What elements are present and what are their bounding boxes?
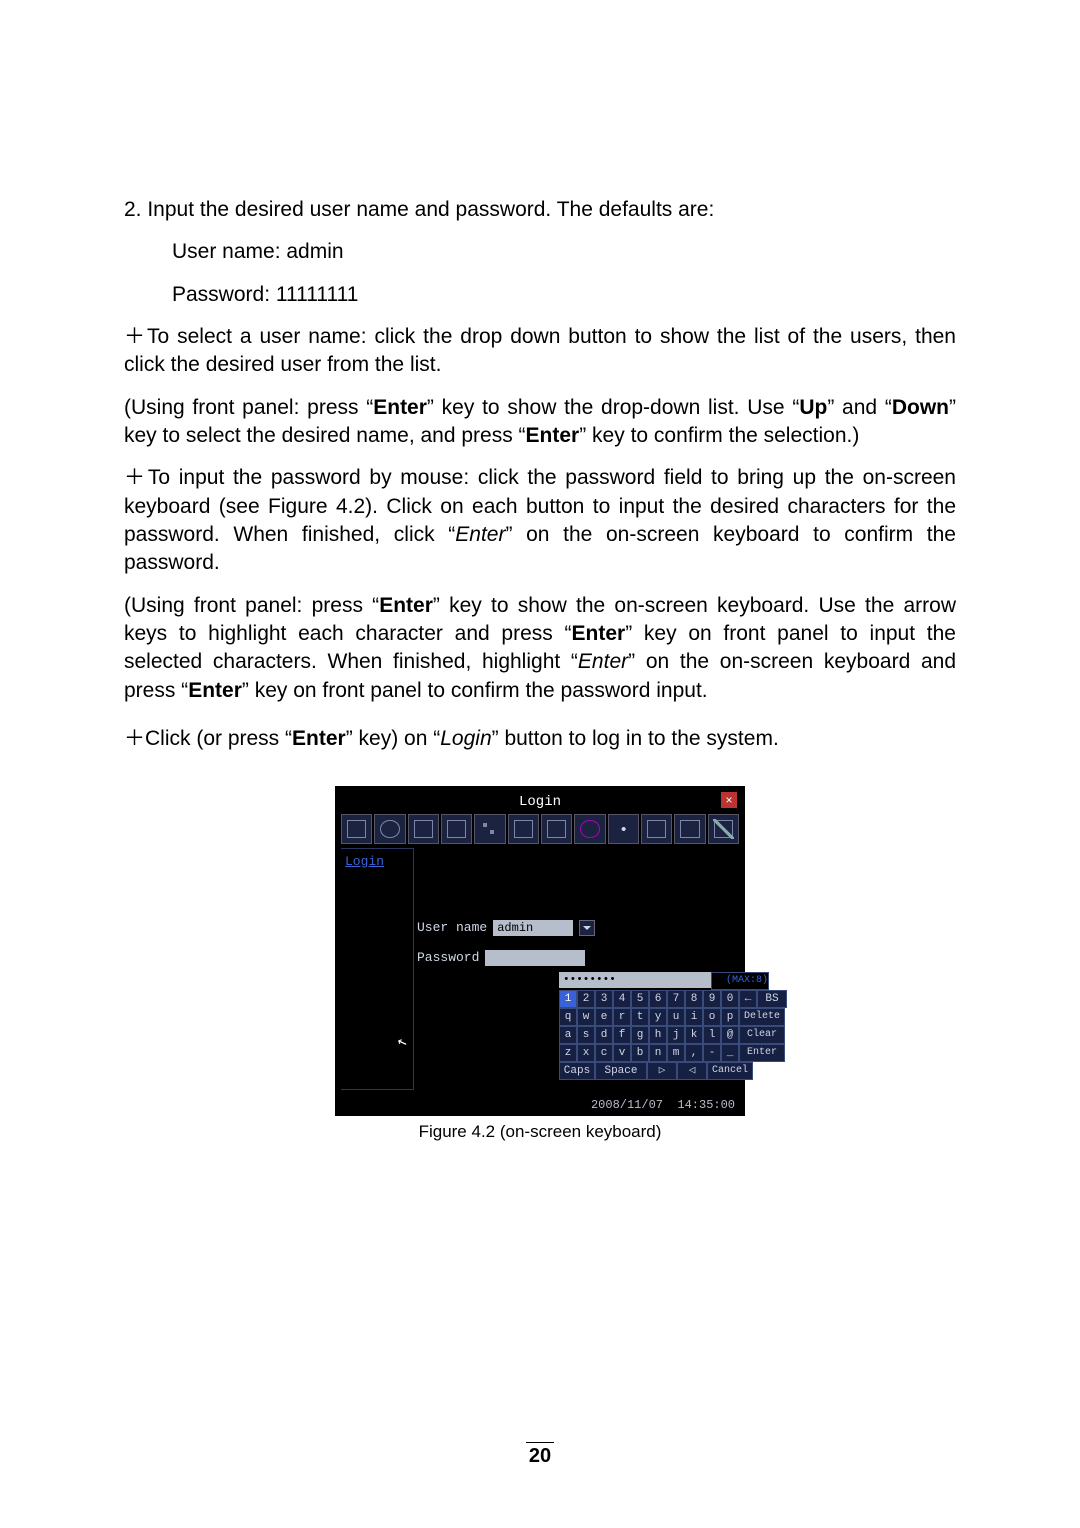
osk-key[interactable]: - — [703, 1044, 721, 1062]
osk-row-1: 1 2 3 4 5 6 7 8 9 0 ← BS — [559, 990, 769, 1008]
toolbar-icon-8[interactable] — [574, 814, 605, 844]
osk-key[interactable]: k — [685, 1026, 703, 1044]
window-title: Login — [335, 794, 745, 810]
para-input-password: ＋To input the password by mouse: click t… — [124, 464, 956, 577]
osk-key[interactable]: 8 — [685, 990, 703, 1008]
document-body: 2. Input the desired user name and passw… — [124, 196, 956, 1142]
toolbar-icon-1[interactable] — [341, 814, 372, 844]
osk-key[interactable]: s — [577, 1026, 595, 1044]
osk-key-delete[interactable]: Delete — [739, 1008, 785, 1026]
osk-key[interactable]: x — [577, 1044, 595, 1062]
osk-key-right[interactable]: ▷ — [647, 1062, 677, 1080]
default-password: Password: 11111111 — [124, 281, 956, 309]
osk-key[interactable]: 3 — [595, 990, 613, 1008]
osk-key[interactable]: h — [649, 1026, 667, 1044]
osk-key[interactable]: 9 — [703, 990, 721, 1008]
osk-row-5: Caps Space ▷ ◁ Cancel — [559, 1062, 769, 1080]
osk-key[interactable]: 4 — [613, 990, 631, 1008]
password-row: Password — [417, 950, 739, 966]
password-input[interactable] — [485, 950, 585, 966]
toolbar-icon-6[interactable] — [508, 814, 539, 844]
osk-key[interactable]: d — [595, 1026, 613, 1044]
osk-key[interactable]: w — [577, 1008, 595, 1026]
default-username: User name: admin — [124, 238, 956, 266]
sidebar-login-item[interactable]: Login — [341, 849, 413, 874]
osk-key[interactable]: , — [685, 1044, 703, 1062]
osk-key-cancel[interactable]: Cancel — [707, 1062, 753, 1080]
osk-key[interactable]: 5 — [631, 990, 649, 1008]
toolbar-icon-7[interactable] — [541, 814, 572, 844]
osk-key[interactable]: p — [721, 1008, 739, 1026]
osk-key[interactable]: e — [595, 1008, 613, 1026]
para-login: ＋Click (or press “Enter” key) on “Login”… — [124, 725, 956, 753]
cursor-icon: ↖ — [394, 1029, 410, 1051]
osk-display: •••••••• — [559, 972, 711, 988]
osk-key[interactable]: q — [559, 1008, 577, 1026]
osk-key[interactable]: r — [613, 1008, 631, 1026]
toolbar-icon-4[interactable] — [441, 814, 472, 844]
step-2-line: 2. Input the desired user name and passw… — [124, 196, 956, 224]
osk-key-bs[interactable]: BS — [757, 990, 787, 1008]
osk-key[interactable]: @ — [721, 1026, 739, 1044]
toolbar — [341, 814, 739, 844]
osk-key[interactable]: 7 — [667, 990, 685, 1008]
osk-key[interactable]: y — [649, 1008, 667, 1026]
sidebar: Login ↖ — [341, 848, 414, 1090]
dvr-screenshot: Login × Login ↖ User name admin — [335, 786, 745, 1116]
osk-key[interactable]: u — [667, 1008, 685, 1026]
status-timestamp: 2008/11/07 14:35:00 — [335, 1098, 745, 1112]
osk-key[interactable]: g — [631, 1026, 649, 1044]
osk-key[interactable]: m — [667, 1044, 685, 1062]
osk-key[interactable]: a — [559, 1026, 577, 1044]
toolbar-icon-3[interactable] — [408, 814, 439, 844]
osk-key[interactable]: 6 — [649, 990, 667, 1008]
toolbar-icon-5[interactable] — [474, 814, 505, 844]
osk-row-2: q w e r t y u i o p Delete — [559, 1008, 769, 1026]
osk-key-space[interactable]: Space — [595, 1062, 647, 1080]
osk-key[interactable]: c — [595, 1044, 613, 1062]
page-number: 20 — [0, 1442, 1080, 1468]
osk-key[interactable]: _ — [721, 1044, 739, 1062]
osk-row-4: z x c v b n m , - _ Enter — [559, 1044, 769, 1062]
username-row: User name admin — [417, 920, 739, 936]
osk-key[interactable]: v — [613, 1044, 631, 1062]
username-label: User name — [417, 920, 487, 935]
osk-key-clear[interactable]: Clear — [739, 1026, 785, 1044]
osk-key[interactable]: ← — [739, 990, 757, 1008]
osk-key[interactable]: b — [631, 1044, 649, 1062]
osk-key[interactable]: i — [685, 1008, 703, 1026]
osk-key[interactable]: n — [649, 1044, 667, 1062]
close-icon[interactable]: × — [721, 792, 737, 808]
toolbar-icon-9[interactable] — [608, 814, 639, 844]
toolbar-icon-10[interactable] — [641, 814, 672, 844]
osk-key[interactable]: o — [703, 1008, 721, 1026]
osk-key[interactable]: 0 — [721, 990, 739, 1008]
onscreen-keyboard: •••••••• (MAX:8) 1 2 3 4 5 6 7 8 9 0 ← B… — [559, 972, 769, 1080]
toolbar-icon-11[interactable] — [674, 814, 705, 844]
username-dropdown-icon[interactable] — [579, 920, 595, 936]
osk-key[interactable]: j — [667, 1026, 685, 1044]
figure-caption: Figure 4.2 (on-screen keyboard) — [124, 1122, 956, 1142]
osk-key[interactable]: 1 — [559, 990, 577, 1008]
para-select-user-panel: (Using front panel: press “Enter” key to… — [124, 394, 956, 451]
osk-key[interactable]: f — [613, 1026, 631, 1044]
osk-row-3: a s d f g h j k l @ Clear — [559, 1026, 769, 1044]
osk-key[interactable]: t — [631, 1008, 649, 1026]
username-input[interactable]: admin — [493, 920, 573, 936]
osk-key-caps[interactable]: Caps — [559, 1062, 595, 1080]
osk-key[interactable]: z — [559, 1044, 577, 1062]
osk-key[interactable]: 2 — [577, 990, 595, 1008]
para-input-password-panel: (Using front panel: press “Enter” key to… — [124, 592, 956, 705]
login-panel: User name admin Password •••••••• (MAX:8… — [417, 848, 739, 1090]
osk-max-label: (MAX:8) — [711, 972, 769, 990]
toolbar-icon-12[interactable] — [708, 814, 739, 844]
toolbar-icon-2[interactable] — [374, 814, 405, 844]
osk-key[interactable]: l — [703, 1026, 721, 1044]
osk-key-left[interactable]: ◁ — [677, 1062, 707, 1080]
para-select-user: ＋To select a user name: click the drop d… — [124, 323, 956, 380]
osk-key-enter[interactable]: Enter — [739, 1044, 785, 1062]
password-label: Password — [417, 950, 479, 965]
